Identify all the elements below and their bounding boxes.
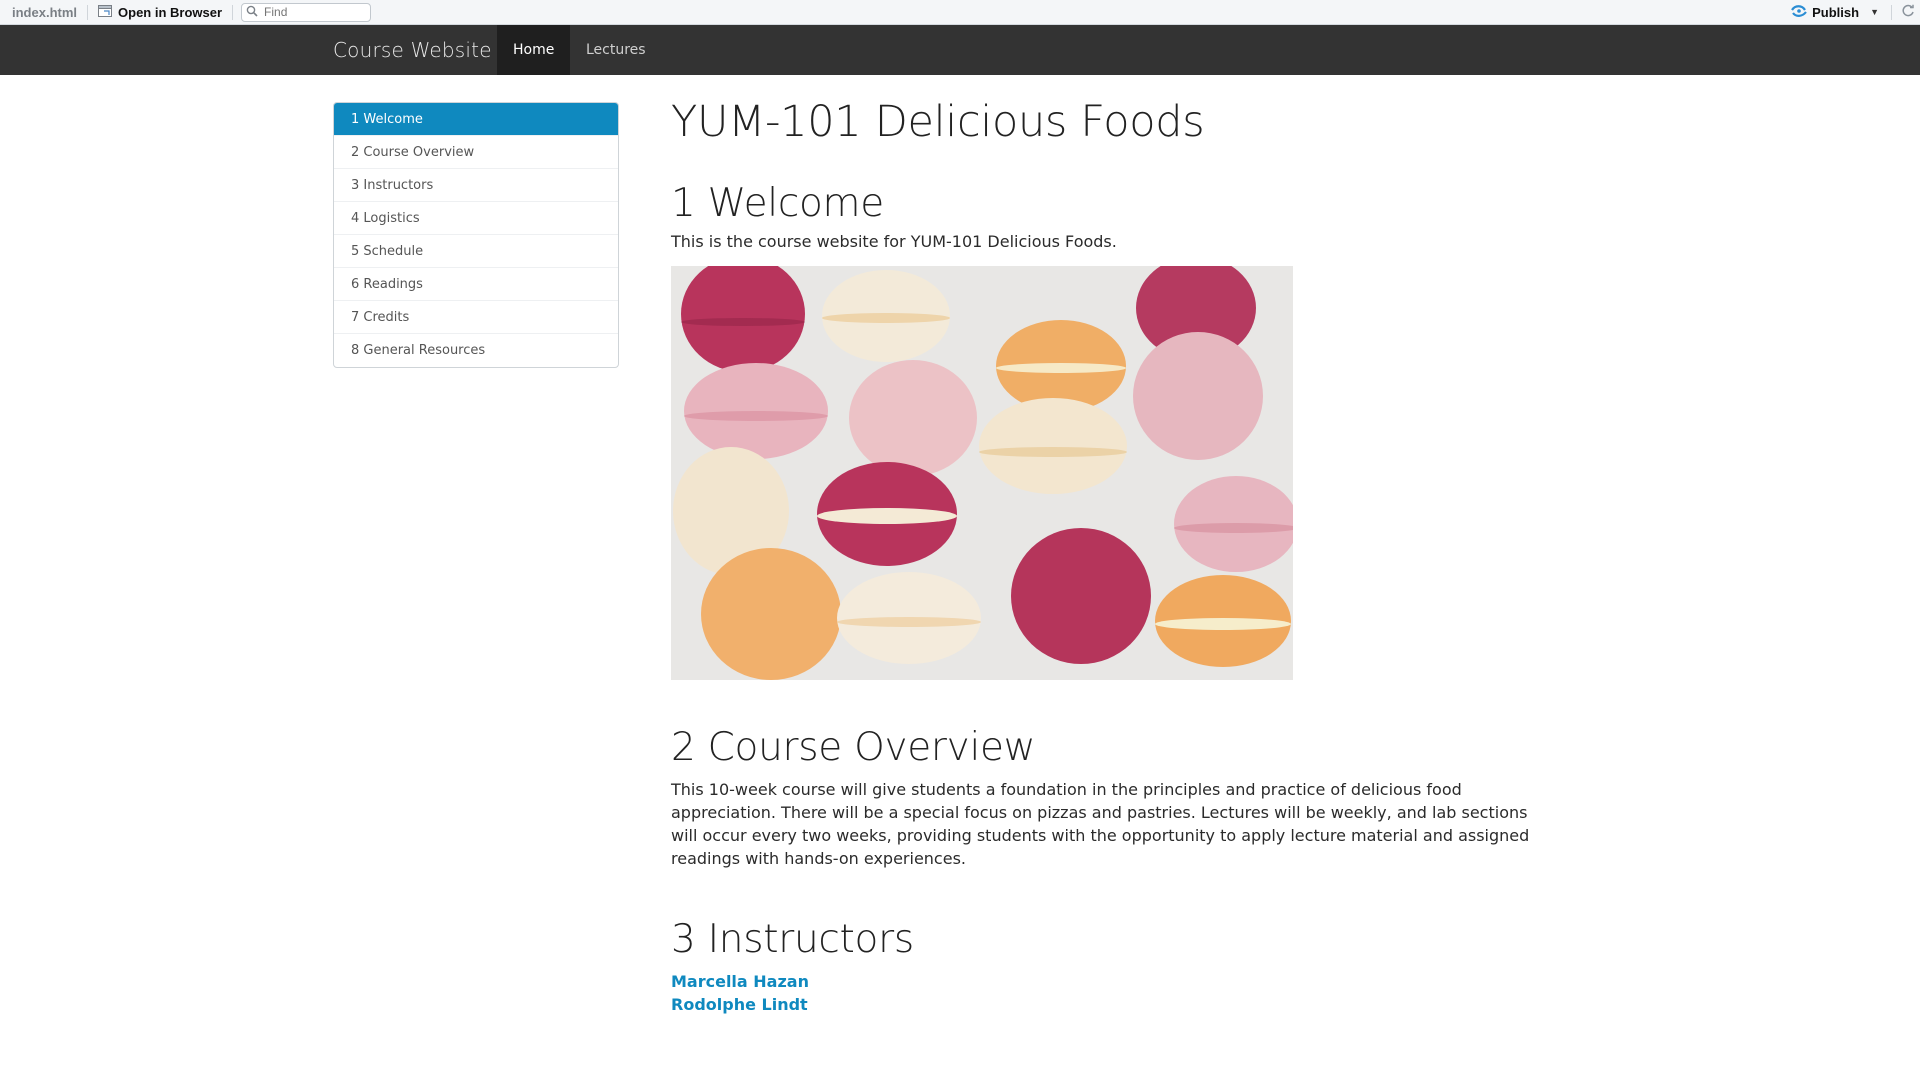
refresh-button[interactable] — [1896, 4, 1920, 21]
chevron-down-icon: ▼ — [1870, 7, 1879, 17]
toc-item-instructors[interactable]: 3 Instructors — [334, 169, 618, 202]
page-title: YUM-101 Delicious Foods — [671, 97, 1205, 147]
section-heading-instructors: 3 Instructors — [671, 917, 914, 962]
find-input[interactable] — [262, 4, 363, 20]
toc-item-readings[interactable]: 6 Readings — [334, 268, 618, 301]
refresh-icon — [1901, 4, 1915, 21]
open-in-browser-label: Open in Browser — [118, 4, 223, 20]
site-brand[interactable]: Course Website — [333, 25, 492, 75]
publish-icon — [1791, 4, 1807, 21]
instructor-link[interactable]: Rodolphe Lindt — [671, 993, 1551, 1016]
toc-item-general-resources[interactable]: 8 General Resources — [334, 334, 618, 367]
browser-window-icon — [98, 4, 113, 20]
toc-item-course-overview[interactable]: 2 Course Overview — [334, 136, 618, 169]
main-content: YUM-101 Delicious Foods 1 Welcome This i… — [671, 92, 1551, 1016]
publish-button[interactable]: Publish ▼ — [1783, 4, 1887, 21]
section-heading-welcome: 1 Welcome — [671, 181, 884, 226]
table-of-contents: 1 Welcome 2 Course Overview 3 Instructor… — [333, 102, 619, 368]
open-in-browser-button[interactable]: Open in Browser — [88, 4, 234, 20]
site-navbar: Course Website Home Lectures — [0, 25, 1920, 75]
section-heading-course-overview: 2 Course Overview — [671, 725, 1036, 770]
nav-home[interactable]: Home — [497, 25, 571, 75]
nav-lectures[interactable]: Lectures — [570, 25, 662, 75]
viewer-filename: index.html — [0, 4, 89, 20]
viewer-toolbar: index.html Open in Browser Find Publish … — [0, 0, 1920, 25]
instructor-list: Marcella Hazan Rodolphe Lindt — [671, 970, 1551, 1016]
course-overview-text: This 10-week course will give students a… — [671, 780, 1530, 868]
search-icon — [246, 5, 258, 20]
toc-item-schedule[interactable]: 5 Schedule — [334, 235, 618, 268]
macarons-photo — [671, 266, 1293, 680]
publish-label: Publish — [1812, 4, 1860, 20]
toc-item-logistics[interactable]: 4 Logistics — [334, 202, 618, 235]
toc-item-welcome[interactable]: 1 Welcome — [334, 103, 618, 136]
welcome-text: This is the course website for YUM-101 D… — [671, 232, 1117, 251]
toc-item-credits[interactable]: 7 Credits — [334, 301, 618, 334]
instructor-link[interactable]: Marcella Hazan — [671, 970, 1551, 993]
find-field[interactable] — [241, 2, 372, 22]
